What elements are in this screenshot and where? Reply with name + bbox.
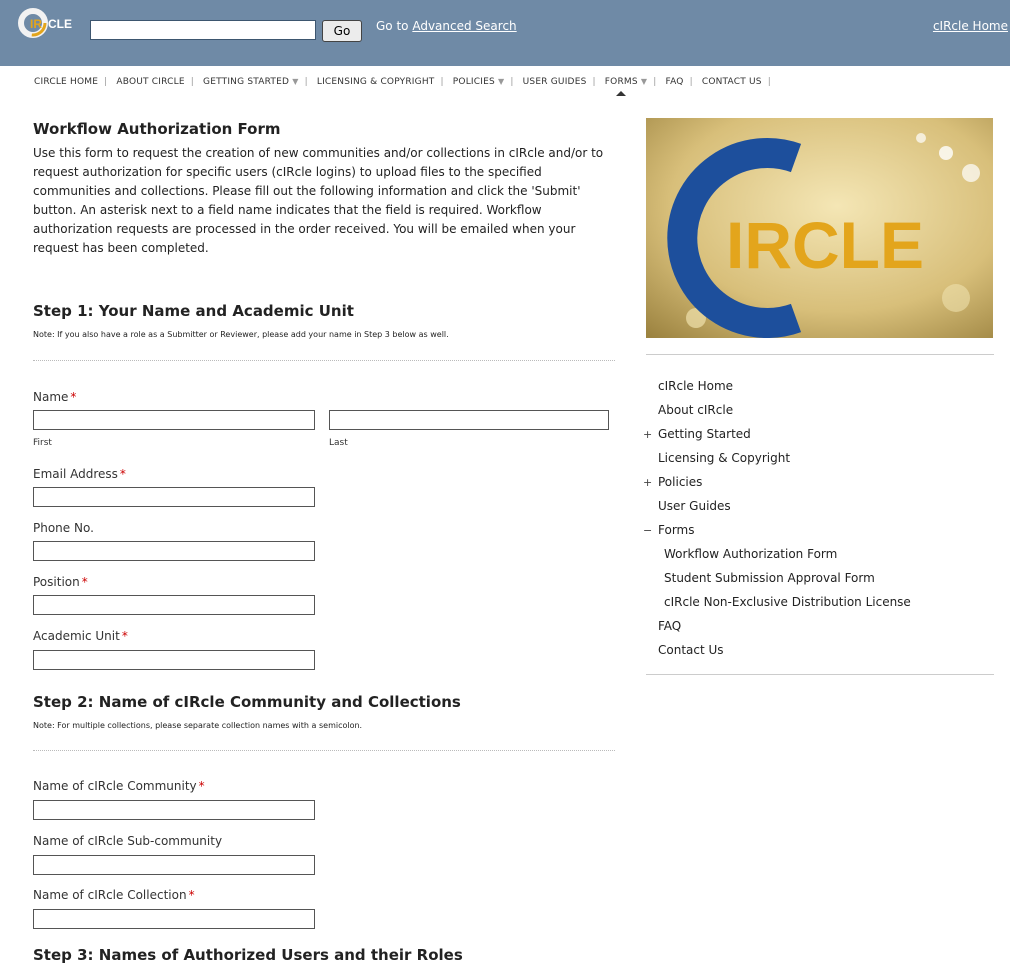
sidebar-divider	[646, 674, 994, 675]
advanced-search-prompt: Go to Advanced Search	[376, 19, 517, 33]
collection-label: Name of cIRcle Collection *	[33, 888, 195, 902]
sidebar-item-workflow-form[interactable]: Workflow Authorization Form	[646, 544, 911, 568]
advanced-search-link[interactable]: Advanced Search	[412, 19, 516, 33]
nav-circle-home[interactable]: CIRCLE HOME	[34, 77, 98, 87]
step1-note: Note: If you also have a role as a Submi…	[33, 330, 449, 339]
required-asterisk: *	[188, 888, 195, 902]
phone-label: Phone No.	[33, 521, 94, 535]
circle-banner-image: IRCLE	[646, 118, 993, 338]
sidebar-menu: cIRcle Home About cIRcle + Getting Starte…	[643, 376, 911, 664]
goto-prefix: Go to	[376, 19, 409, 33]
step2-heading: Step 2: Name of cIRcle Community and Col…	[33, 693, 461, 711]
sidebar-item-contact-us[interactable]: Contact Us	[646, 640, 911, 664]
first-sublabel: First	[33, 438, 52, 448]
search-input[interactable]	[90, 20, 316, 40]
name-label: Name *	[33, 390, 77, 404]
divider	[33, 750, 615, 751]
required-asterisk: *	[119, 467, 126, 481]
email-input[interactable]	[33, 487, 315, 507]
required-asterisk: *	[198, 779, 205, 793]
form-intro: Use this form to request the creation of…	[33, 146, 604, 255]
page-title: Workflow Authorization Form	[33, 120, 281, 138]
community-label: Name of cIRcle Community *	[33, 779, 205, 793]
collection-input[interactable]	[33, 909, 315, 929]
circle-home-link[interactable]: cIRcle Home	[933, 19, 1008, 33]
svg-text:IR: IR	[30, 17, 42, 31]
banner-text: IRCLE	[726, 208, 924, 282]
sidebar-item-policies[interactable]: + Policies	[643, 472, 911, 496]
dropdown-caret-icon[interactable]: ▼	[292, 77, 298, 86]
academic-unit-label: Academic Unit *	[33, 629, 128, 643]
main-nav: CIRCLE HOME | ABOUT CIRCLE | GETTING START…	[34, 77, 771, 96]
required-asterisk: *	[70, 390, 77, 404]
sidebar-divider	[646, 354, 994, 355]
sidebar-item-user-guides[interactable]: User Guides	[646, 496, 911, 520]
step1-heading: Step 1: Your Name and Academic Unit	[33, 302, 354, 320]
sidebar-item-forms[interactable]: − Forms	[643, 520, 911, 544]
nav-forms[interactable]: FORMS	[605, 77, 638, 96]
sidebar-item-licensing[interactable]: Licensing & Copyright	[646, 448, 911, 472]
sidebar-item-about-circle[interactable]: About cIRcle	[646, 400, 911, 424]
top-bar: IR CLE Go Go to Advanced Search cIRcle H…	[0, 0, 1010, 66]
expand-plus-icon[interactable]: +	[643, 473, 652, 493]
last-name-input[interactable]	[329, 410, 609, 430]
divider	[33, 360, 615, 361]
sidebar-item-distribution-license[interactable]: cIRcle Non-Exclusive Distribution Licens…	[646, 592, 911, 616]
step3-heading: Step 3: Names of Authorized Users and th…	[33, 946, 463, 964]
email-label: Email Address *	[33, 467, 126, 481]
required-asterisk: *	[121, 629, 128, 643]
svg-text:CLE: CLE	[48, 17, 72, 31]
circle-logo[interactable]: IR CLE	[18, 8, 78, 38]
sidebar-item-student-approval-form[interactable]: Student Submission Approval Form	[646, 568, 911, 592]
required-asterisk: *	[81, 575, 88, 589]
dropdown-caret-icon[interactable]: ▼	[641, 77, 647, 86]
position-input[interactable]	[33, 595, 315, 615]
nav-policies[interactable]: POLICIES	[453, 77, 495, 87]
nav-about-circle[interactable]: ABOUT CIRCLE	[116, 77, 184, 87]
first-name-input[interactable]	[33, 410, 315, 430]
subcommunity-label: Name of cIRcle Sub-community	[33, 834, 223, 848]
step2-note: Note: For multiple collections, please s…	[33, 721, 363, 730]
dropdown-caret-icon[interactable]: ▼	[498, 77, 504, 86]
form-content: Workflow Authorization Form Use this for…	[33, 120, 623, 964]
nav-licensing-copyright[interactable]: LICENSING & COPYRIGHT	[317, 77, 435, 87]
sidebar-item-getting-started[interactable]: + Getting Started	[643, 424, 911, 448]
phone-input[interactable]	[33, 541, 315, 561]
expand-plus-icon[interactable]: +	[643, 425, 652, 445]
nav-user-guides[interactable]: USER GUIDES	[523, 77, 587, 87]
position-label: Position *	[33, 575, 88, 589]
sidebar-item-faq[interactable]: FAQ	[646, 616, 911, 640]
go-button[interactable]: Go	[322, 20, 362, 42]
nav-contact-us[interactable]: CONTACT US	[702, 77, 762, 87]
subcommunity-input[interactable]	[33, 855, 315, 875]
sidebar: IRCLE cIRcle Home About cIRcle + Getting …	[643, 118, 994, 675]
academic-unit-input[interactable]	[33, 650, 315, 670]
community-input[interactable]	[33, 800, 315, 820]
collapse-minus-icon[interactable]: −	[643, 521, 652, 541]
sidebar-item-circle-home[interactable]: cIRcle Home	[646, 376, 911, 400]
nav-getting-started[interactable]: GETTING STARTED	[203, 77, 289, 87]
nav-faq[interactable]: FAQ	[666, 77, 684, 87]
last-sublabel: Last	[329, 438, 348, 448]
